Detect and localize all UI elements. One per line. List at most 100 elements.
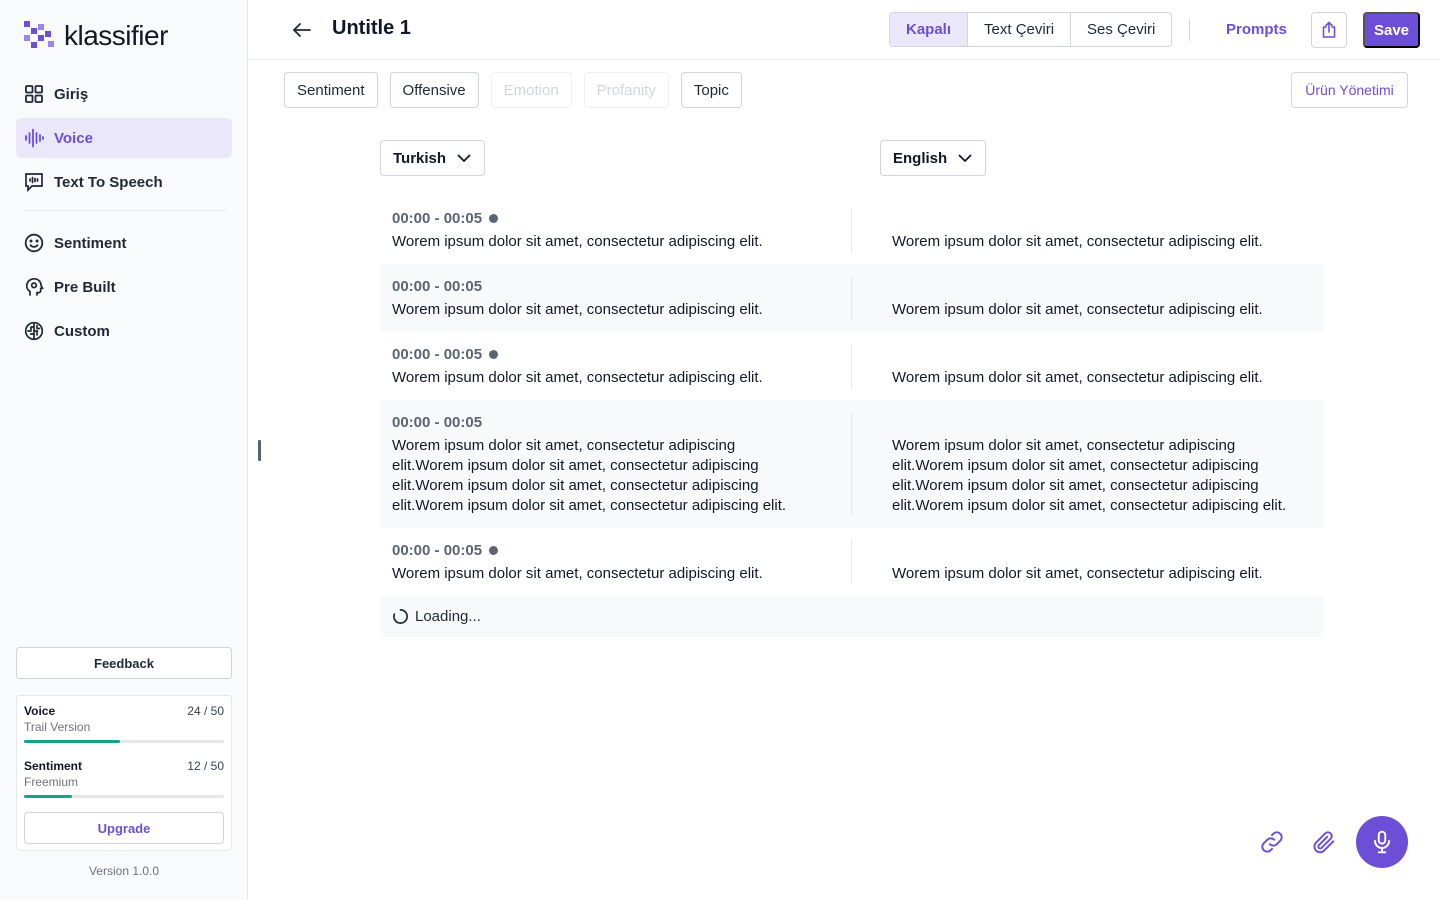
microphone-button[interactable] — [1356, 816, 1408, 868]
usage-sentiment: Sentiment 12 / 50 Freemium — [24, 759, 224, 798]
source-text: Worem ipsum dolor sit amet, consectetur … — [392, 301, 763, 318]
page-title[interactable]: Untitle 1 — [332, 17, 411, 40]
sidebar-divider — [24, 210, 226, 211]
segment-time: 00:00 - 00:05 — [392, 209, 483, 227]
sidebar-item-text-to-speech[interactable]: Text To Speech — [16, 162, 232, 202]
sidebar-item-label: Text To Speech — [54, 173, 163, 191]
sidebar-nav: Giriş Voice Text To Speech Sentiment Pre… — [16, 74, 232, 355]
sidebar-item-label: Sentiment — [54, 234, 127, 252]
sidebar-item-label: Pre Built — [54, 278, 116, 296]
usage-name: Voice — [24, 704, 56, 718]
brain-icon — [24, 321, 44, 341]
target-text: Worem ipsum dolor sit amet, consectetur … — [892, 233, 1263, 250]
grid-icon — [25, 85, 43, 103]
segment-time: 00:00 - 00:05 — [392, 413, 483, 431]
segment-time: 00:00 - 00:05 — [392, 345, 483, 363]
save-button[interactable]: Save — [1363, 12, 1420, 48]
segment-time: 00:00 - 00:05 — [392, 541, 483, 559]
usage-progress-fill — [24, 795, 72, 798]
waveform-icon — [25, 128, 44, 148]
source-language-select[interactable]: Turkish — [380, 140, 486, 176]
transcript-row[interactable]: 00:00 - 00:05 Worem ipsum dolor sit amet… — [380, 528, 1324, 596]
sidebar-item-sentiment[interactable]: Sentiment — [16, 223, 232, 263]
header-divider — [1189, 19, 1190, 41]
column-divider — [851, 208, 852, 252]
spinner-icon — [393, 609, 408, 624]
paperclip-icon[interactable] — [1311, 829, 1337, 855]
urun-yonetimi-button[interactable]: Ürün Yönetimi — [1291, 72, 1408, 108]
upgrade-button[interactable]: Upgrade — [24, 812, 224, 844]
speaker-dot-icon — [489, 545, 499, 555]
segment-time: 00:00 - 00:05 — [392, 277, 483, 295]
transcript-row[interactable]: 00:00 - 00:05 Worem ipsum dolor sit amet… — [380, 332, 1324, 400]
source-text: Worem ipsum dolor sit amet, consectetur … — [392, 437, 787, 514]
usage-progress-fill — [24, 740, 120, 743]
sidebar-item-label: Voice — [54, 129, 93, 147]
transcript-row[interactable]: 00:00 - 00:05 Worem ipsum dolor sit amet… — [380, 400, 1324, 528]
share-button[interactable] — [1311, 12, 1347, 48]
speaker-dot-icon — [489, 213, 499, 223]
chip-topic[interactable]: Topic — [680, 72, 742, 108]
usage-voice: Voice 24 / 50 Trail Version — [24, 704, 224, 743]
chip-profanity: Profanity — [583, 72, 669, 108]
back-arrow-icon[interactable] — [290, 18, 314, 42]
sidebar-item-voice[interactable]: Voice — [16, 118, 232, 158]
chevron-down-icon — [457, 154, 471, 162]
target-language-label: English — [893, 149, 948, 167]
chip-sentiment[interactable]: Sentiment — [284, 72, 378, 108]
loading-text: Loading... — [415, 608, 481, 625]
version-label: Version 1.0.0 — [88, 864, 160, 878]
source-text: Worem ipsum dolor sit amet, consectetur … — [392, 233, 763, 250]
logo-text: klassifier — [64, 20, 168, 51]
usage-card: Voice 24 / 50 Trail Version Sentiment 12… — [16, 695, 232, 851]
usage-count: 12 / 50 — [187, 759, 224, 773]
speech-bubble-icon — [25, 173, 43, 192]
usage-plan: Trail Version — [24, 720, 91, 734]
speaker-dot-icon — [489, 349, 499, 359]
target-text: Worem ipsum dolor sit amet, consectetur … — [892, 301, 1263, 318]
transcript-row[interactable]: 00:00 - 00:05 Worem ipsum dolor sit amet… — [380, 264, 1324, 332]
segment-kapali[interactable]: Kapalı — [890, 13, 969, 46]
chip-emotion: Emotion — [490, 72, 572, 108]
sidebar-item-pre-built[interactable]: Pre Built — [16, 267, 232, 307]
target-language-select[interactable]: English — [880, 140, 987, 176]
target-text: Worem ipsum dolor sit amet, consectetur … — [892, 565, 1263, 582]
logo[interactable]: klassifier — [24, 20, 168, 52]
sidebar-item-label: Giriş — [54, 85, 89, 103]
usage-count: 24 / 50 — [187, 704, 224, 718]
column-divider — [851, 344, 852, 388]
translation-mode-toggle: Kapalı Text Çeviri Ses Çeviri — [889, 12, 1173, 47]
segment-text-ceviri[interactable]: Text Çeviri — [968, 13, 1072, 46]
sidebar-item-giris[interactable]: Giriş — [16, 74, 232, 114]
klassifier-logo-icon — [24, 21, 54, 48]
link-icon[interactable] — [1259, 829, 1285, 855]
target-text: Worem ipsum dolor sit amet, consectetur … — [892, 437, 1287, 514]
usage-progress-bar — [24, 795, 224, 798]
prompts-link[interactable]: Prompts — [1226, 21, 1287, 38]
sidebar-item-label: Custom — [54, 322, 110, 340]
sidebar-resize-handle[interactable] — [258, 440, 261, 461]
smiley-icon — [24, 233, 44, 253]
usage-name: Sentiment — [24, 759, 83, 773]
transcript: 00:00 - 00:05 Worem ipsum dolor sit amet… — [380, 196, 1324, 637]
chip-offensive[interactable]: Offensive — [389, 72, 479, 108]
header: Untitle 1 Kapalı Text Çeviri Ses Çeviri … — [248, 0, 1440, 60]
transcript-row[interactable]: 00:00 - 00:05 Worem ipsum dolor sit amet… — [380, 196, 1324, 264]
usage-progress-bar — [24, 740, 224, 743]
share-icon — [1322, 21, 1336, 38]
column-divider — [851, 540, 852, 584]
sidebar: klassifier Giriş Voice Text To Speech Se… — [0, 0, 248, 900]
feedback-button[interactable]: Feedback — [16, 647, 232, 679]
analysis-chips: Sentiment Offensive Emotion Profanity To… — [284, 72, 742, 108]
loading-row: Loading... — [380, 596, 1324, 637]
source-text: Worem ipsum dolor sit amet, consectetur … — [392, 369, 763, 386]
usage-plan: Freemium — [24, 775, 79, 789]
sidebar-item-custom[interactable]: Custom — [16, 311, 232, 351]
column-divider — [851, 412, 852, 516]
source-text: Worem ipsum dolor sit amet, consectetur … — [392, 565, 763, 582]
segment-ses-ceviri[interactable]: Ses Çeviri — [1071, 13, 1172, 46]
column-divider — [851, 276, 852, 320]
head-icon — [25, 277, 44, 296]
source-language-label: Turkish — [393, 149, 447, 167]
target-text: Worem ipsum dolor sit amet, consectetur … — [892, 369, 1263, 386]
